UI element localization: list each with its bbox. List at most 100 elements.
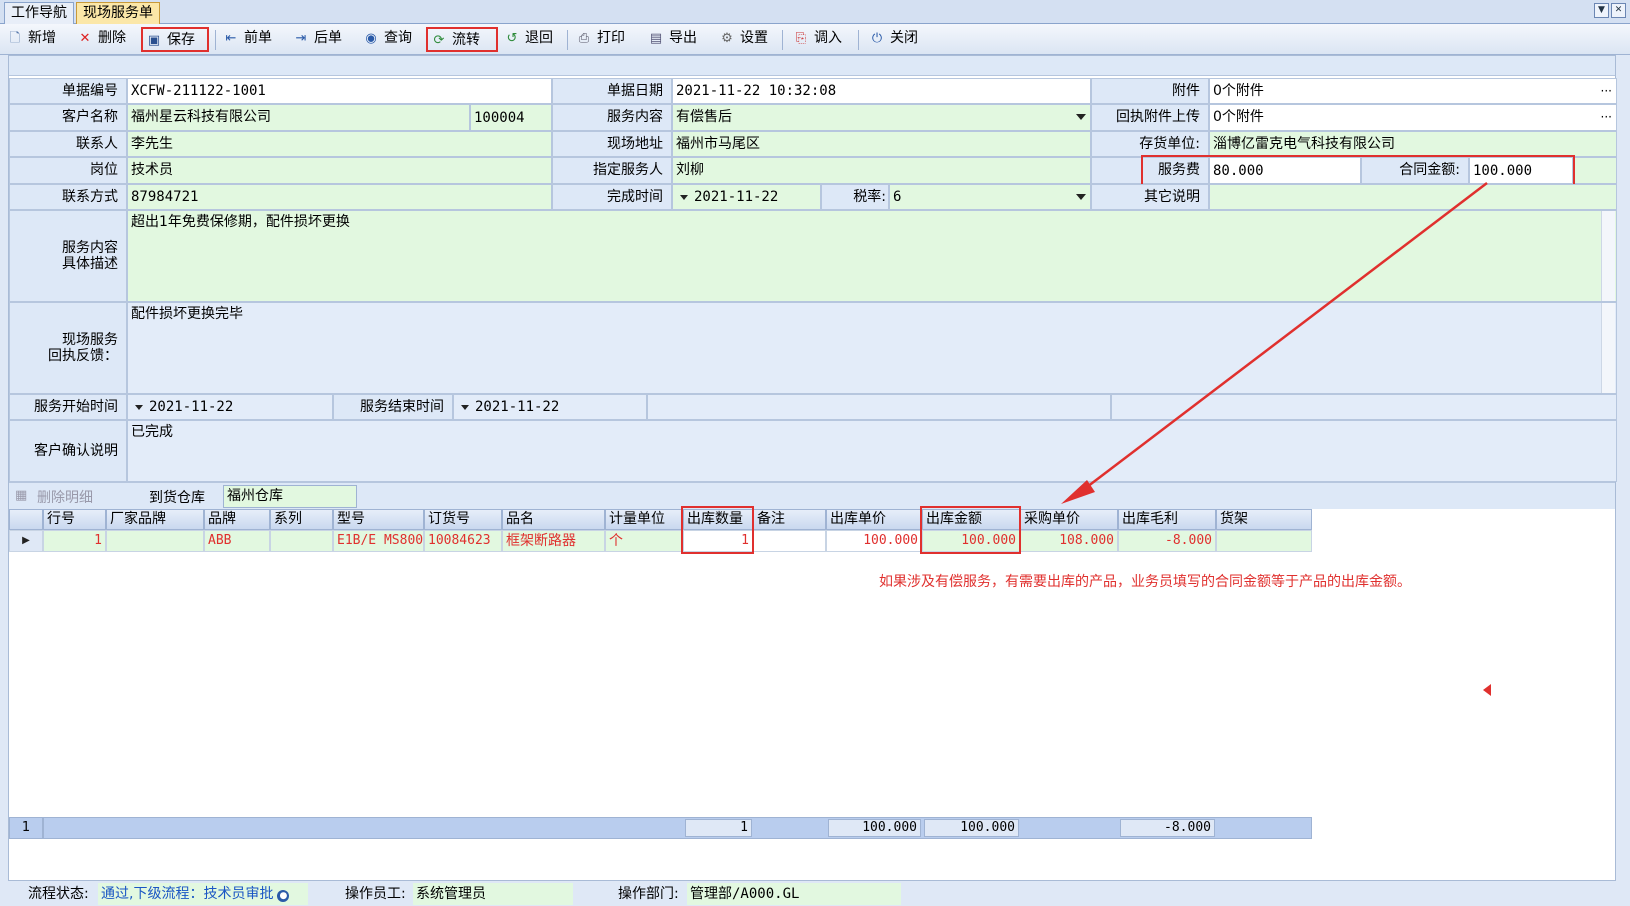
contact-field[interactable]: 李先生 [127, 131, 552, 157]
chevron-down-icon[interactable] [461, 405, 469, 410]
warehouse-field[interactable]: 福州仓库 [223, 485, 357, 508]
prev-button[interactable]: ⇤ 前单 [220, 27, 276, 52]
print-button[interactable]: ⎙ 打印 [573, 27, 629, 52]
table-cell[interactable] [270, 530, 333, 552]
col-header[interactable]: 品牌 [204, 509, 270, 530]
customer-code-field[interactable]: 100004 [470, 104, 552, 131]
grid-toolbar: ▦ 删除明细 到货仓库 福州仓库 [9, 482, 1615, 509]
close-icon[interactable]: ✕ [1611, 3, 1626, 18]
col-header[interactable]: 备注 [753, 509, 826, 530]
position-field[interactable]: 技术员 [127, 157, 552, 184]
receipt-attach-field[interactable]: 0个附件 ··· [1209, 104, 1617, 131]
scrollbar[interactable] [1601, 211, 1615, 301]
next-button[interactable]: ⇥ 后单 [290, 27, 346, 52]
empty-cell [1573, 157, 1617, 184]
col-header[interactable]: 行号 [43, 509, 106, 530]
tax-select[interactable]: 6 [889, 184, 1091, 210]
confirm-textarea[interactable]: 已完成 [127, 420, 1617, 482]
chevron-down-icon[interactable] [135, 405, 143, 410]
delete-button[interactable]: ✕ 删除 [74, 27, 130, 52]
dept-value: 管理部/A000.GL [687, 883, 901, 905]
phone-label: 联系方式 [9, 184, 127, 210]
delete-detail-button[interactable]: 删除明细 [37, 487, 93, 507]
desc-textarea[interactable]: 超出1年免费保修期，配件损坏更换 [127, 210, 1617, 302]
col-header[interactable]: 系列 [270, 509, 333, 530]
col-header[interactable]: 厂家品牌 [106, 509, 204, 530]
col-header[interactable]: 货架 [1216, 509, 1312, 530]
tax-label: 税率: [821, 184, 889, 210]
prev-icon: ⇤ [225, 31, 237, 46]
service-content-label: 服务内容 [552, 104, 672, 131]
table-cell[interactable]: -8.000 [1118, 530, 1216, 552]
col-header[interactable]: 订货号 [424, 509, 502, 530]
dropdown-icon[interactable]: ▼ [1594, 3, 1609, 18]
new-doc-icon: 🗋 [9, 31, 21, 46]
settings-button[interactable]: ⚙ 设置 [716, 27, 772, 52]
attach-field[interactable]: 0个附件 ··· [1209, 78, 1617, 104]
table-cell[interactable]: 1 [43, 530, 106, 552]
new-button[interactable]: 🗋 新增 [4, 27, 60, 52]
row-selector-icon[interactable]: ▶ [9, 530, 43, 552]
stock-unit-label: 存货单位: [1091, 131, 1209, 157]
col-header[interactable]: 出库毛利 [1118, 509, 1216, 530]
scrollbar[interactable] [1601, 303, 1615, 393]
start-date-field[interactable]: 2021-11-22 [127, 394, 333, 420]
table-cell[interactable]: 100.000 [826, 530, 922, 552]
chevron-down-icon[interactable] [1076, 114, 1086, 120]
finish-time-field[interactable]: 2021-11-22 [672, 184, 821, 210]
table-cell[interactable] [106, 530, 204, 552]
col-header[interactable]: 型号 [333, 509, 424, 530]
table-cell[interactable] [1216, 530, 1312, 552]
highlight-fee-box [1141, 155, 1575, 186]
tab-work-nav[interactable]: 工作导航 [4, 2, 74, 24]
table-cell[interactable]: E1B/E MS800 [333, 530, 424, 552]
col-header[interactable]: 品名 [502, 509, 605, 530]
feedback-textarea[interactable]: 配件损坏更换完毕 [127, 302, 1617, 394]
attach-label: 附件 [1091, 78, 1209, 104]
ellipsis-icon[interactable]: ··· [1601, 79, 1612, 103]
service-content-select[interactable]: 有偿售后 [672, 104, 1091, 131]
doc-no-field[interactable]: XCFW-211122-1001 [127, 78, 552, 104]
col-header[interactable]: 计量单位 [605, 509, 683, 530]
chevron-down-icon[interactable] [1076, 194, 1086, 200]
flow-button[interactable]: ⟳ 流转 [426, 27, 498, 52]
assignee-field[interactable]: 刘柳 [672, 157, 1091, 184]
save-button[interactable]: ▣ 保存 [141, 27, 209, 52]
export-button[interactable]: ▤ 导出 [645, 27, 701, 52]
stock-unit-field[interactable]: 淄博亿雷克电气科技有限公司 [1209, 131, 1617, 157]
customer-field[interactable]: 福州星云科技有限公司 [127, 104, 470, 131]
search-icon[interactable]: ● [277, 890, 290, 902]
import-button[interactable]: ⎘ 调入 [790, 27, 846, 52]
footer-margin: -8.000 [1120, 819, 1215, 837]
tab-onsite-service[interactable]: 现场服务单 [76, 2, 160, 24]
table-cell[interactable]: 108.000 [1020, 530, 1118, 552]
return-button[interactable]: ↺ 退回 [501, 27, 557, 52]
assignee-label: 指定服务人 [552, 157, 672, 184]
col-header[interactable]: 出库单价 [826, 509, 922, 530]
table-cell[interactable]: 框架断路器 [502, 530, 605, 552]
delete-x-icon: ✕ [79, 31, 91, 46]
query-button[interactable]: ◉ 查询 [360, 27, 416, 52]
toolbar-separator [858, 30, 859, 50]
site-addr-field[interactable]: 福州市马尾区 [672, 131, 1091, 157]
col-header[interactable]: 采购单价 [1020, 509, 1118, 530]
flow-status-value[interactable]: 通过,下级流程：技术员审批 ● [98, 883, 308, 905]
table-cell[interactable]: 个 [605, 530, 683, 552]
table-cell[interactable]: 10084623 [424, 530, 502, 552]
table-cell[interactable] [753, 530, 826, 552]
finish-time-label: 完成时间 [552, 184, 672, 210]
end-date-field[interactable]: 2021-11-22 [453, 394, 647, 420]
confirm-label: 客户确认说明 [9, 420, 127, 482]
export-icon: ▤ [649, 31, 663, 46]
footer-price: 100.000 [828, 819, 921, 837]
other-field[interactable] [1209, 184, 1617, 210]
contact-label: 联系人 [9, 131, 127, 157]
chevron-down-icon[interactable] [680, 195, 688, 200]
tab-bar: 工作导航 现场服务单 ▼ ✕ [0, 0, 1630, 24]
phone-field[interactable]: 87984721 [127, 184, 552, 210]
doc-date-field[interactable]: 2021-11-22 10:32:08 [672, 78, 1091, 104]
table-cell[interactable]: ABB [204, 530, 270, 552]
close-button[interactable]: ⏻ 关闭 [866, 27, 922, 52]
save-disk-icon: ▣ [147, 33, 161, 48]
ellipsis-icon[interactable]: ··· [1601, 105, 1612, 129]
